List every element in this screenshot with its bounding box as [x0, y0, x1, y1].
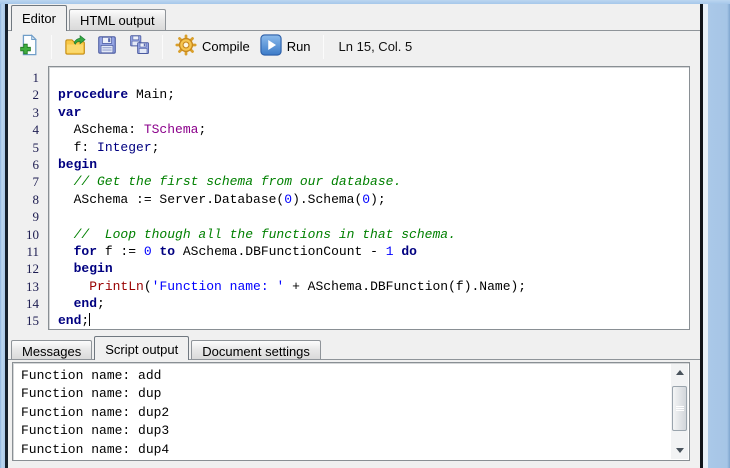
- output-line: Function name: dup3: [21, 423, 170, 439]
- run-button-label: Run: [286, 39, 311, 54]
- save-button[interactable]: [93, 32, 121, 61]
- line-number: 15: [26, 313, 39, 329]
- line-number: 13: [26, 278, 39, 294]
- scroll-up-button[interactable]: [671, 364, 688, 381]
- output-lines: Function name: add Function name: dup Func…: [13, 363, 689, 460]
- save-icon: [96, 34, 118, 59]
- toolbar-separator: [322, 34, 324, 59]
- line-number: 2: [32, 87, 40, 103]
- line-number: 1: [32, 70, 40, 85]
- line-number-gutter: 1 2 3 4 5 6 7 8 9 10 11 12 13 14 15: [8, 69, 39, 330]
- app-window: Editor HTML output Compile Run Ln 15, Co…: [0, 0, 730, 468]
- code-line: // Loop though all the functions in that…: [58, 226, 456, 242]
- output-line: Function name: dup: [21, 386, 162, 402]
- code-line: begin: [58, 156, 98, 172]
- code-line: // Get the first schema from our databas…: [58, 174, 402, 190]
- code-line: end;: [73, 296, 105, 312]
- code-line: ASchema := Server.Database(0).Schema(0);: [58, 191, 386, 207]
- line-number: 12: [26, 261, 39, 277]
- line-number: 5: [32, 139, 40, 155]
- toolbar: Compile Run Ln 15, Col. 5: [8, 31, 700, 62]
- save-all-icon: [128, 34, 150, 59]
- open-button[interactable]: [61, 32, 89, 61]
- line-number: 8: [32, 191, 40, 207]
- bottom-tab-bar: Messages Script output Document settings: [8, 335, 700, 360]
- editor-pane: Editor HTML output Compile Run Ln 15, Co…: [8, 4, 700, 468]
- code-line: ASchema: TSchema;: [58, 122, 207, 138]
- tab-editor[interactable]: Editor: [11, 5, 67, 31]
- compile-button[interactable]: Compile: [172, 32, 253, 61]
- save-all-button[interactable]: [125, 32, 153, 61]
- code-line: begin: [73, 261, 113, 277]
- tab-html-output[interactable]: HTML output: [68, 9, 166, 31]
- scrollbar-thumb[interactable]: [672, 386, 687, 431]
- new-document-icon: [17, 34, 39, 59]
- line-number: 4: [32, 122, 40, 138]
- output-line: Function name: dup2: [21, 404, 170, 420]
- line-number: 6: [32, 156, 40, 172]
- script-output-box[interactable]: Function name: add Function name: dup Func…: [12, 362, 690, 461]
- line-number: 7: [32, 174, 40, 190]
- output-scrollbar[interactable]: [671, 364, 688, 459]
- code-editor[interactable]: procedure Main; var ASchema: TSchema; f: …: [48, 66, 690, 330]
- window-border-right: [700, 4, 730, 468]
- window-border-left: [0, 4, 8, 468]
- run-button[interactable]: Run: [257, 32, 314, 61]
- toolbar-separator: [162, 34, 163, 59]
- code-line: var: [58, 104, 82, 120]
- code-line: for f := 0 to ASchema.DBFunctionCount - …: [73, 243, 417, 259]
- script-output-panel: Function name: add Function name: dup Func…: [8, 360, 700, 468]
- line-number: 9: [32, 209, 40, 225]
- cursor-position-status: Ln 15, Col. 5: [338, 39, 413, 54]
- line-number: 11: [26, 243, 39, 259]
- compile-button-label: Compile: [202, 39, 250, 54]
- code-line: procedure Main;: [58, 87, 176, 103]
- line-number: 3: [32, 104, 40, 120]
- open-folder-icon: [64, 34, 86, 59]
- line-number: 14: [26, 296, 39, 312]
- code-line: end;: [58, 313, 91, 329]
- run-play-icon: [260, 34, 282, 59]
- scroll-down-button[interactable]: [671, 442, 688, 459]
- top-tab-bar: Editor HTML output: [8, 4, 700, 31]
- code-line: f: Integer;: [58, 139, 160, 155]
- new-script-button[interactable]: [14, 32, 42, 61]
- output-line: Function name: dup4: [21, 441, 170, 457]
- gear-icon: [175, 34, 197, 59]
- scrollbar-grip-icon: [675, 405, 684, 412]
- code-line: PrintLn('Function name: ' + ASchema.DBFu…: [89, 278, 527, 294]
- tab-document-settings[interactable]: Document settings: [191, 340, 321, 360]
- tab-messages[interactable]: Messages: [11, 340, 93, 360]
- output-line: Function name: add: [21, 368, 162, 383]
- text-caret: [89, 313, 91, 327]
- line-number: 10: [26, 226, 39, 242]
- toolbar-separator: [51, 34, 52, 59]
- tab-script-output[interactable]: Script output: [94, 336, 190, 360]
- arrow-up-icon: [675, 370, 684, 375]
- code-editor-panel: 1 2 3 4 5 6 7 8 9 10 11 12 13 14 15 procedure Main; var…: [8, 62, 700, 335]
- arrow-down-icon: [675, 448, 684, 453]
